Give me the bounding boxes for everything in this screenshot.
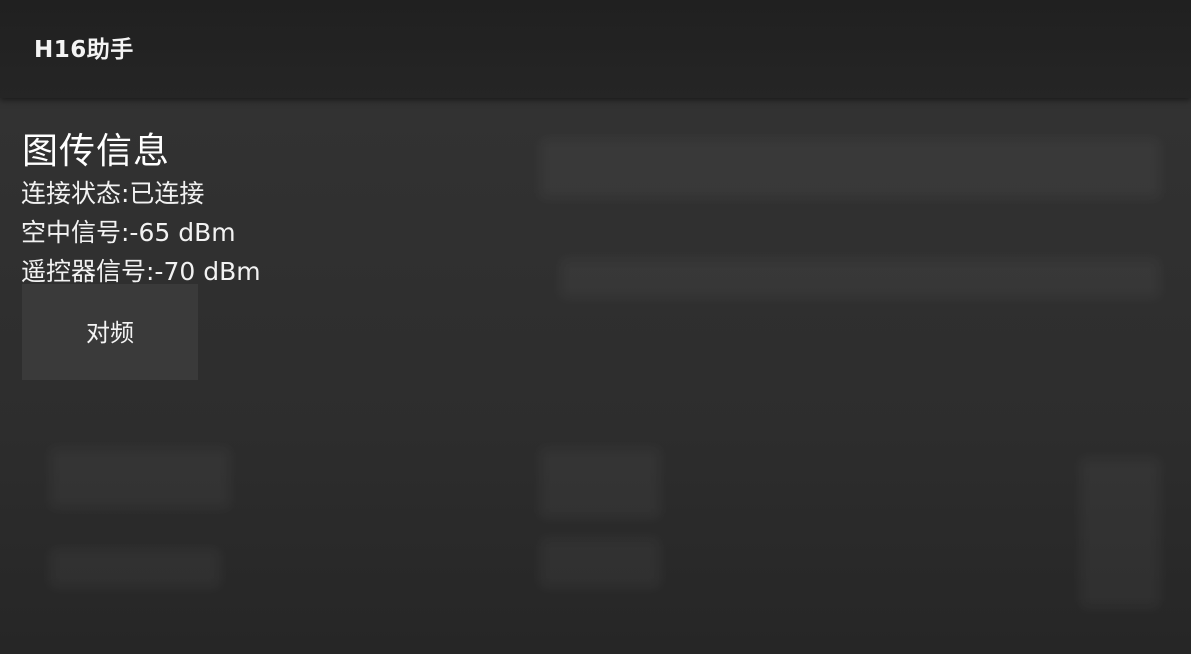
background-shape bbox=[540, 538, 660, 588]
background-shape bbox=[1080, 458, 1160, 608]
air-signal-strength: 空中信号:-65 dBm bbox=[21, 218, 236, 247]
background-shape bbox=[50, 548, 220, 588]
section-title: 图传信息 bbox=[22, 131, 171, 172]
background-shape bbox=[50, 448, 230, 508]
pair-button[interactable]: 对频 bbox=[22, 284, 198, 380]
app-bar: H16助手 bbox=[0, 0, 1191, 98]
background-shape bbox=[540, 138, 1160, 198]
app-title: H16助手 bbox=[34, 37, 134, 63]
background-shape bbox=[560, 258, 1160, 298]
remote-signal-strength: 遥控器信号:-70 dBm bbox=[21, 257, 261, 286]
connection-status: 连接状态:已连接 bbox=[21, 179, 205, 208]
background-shape bbox=[540, 448, 660, 518]
main-content: 图传信息 连接状态:已连接 空中信号:-65 dBm 遥控器信号:-70 dBm… bbox=[0, 98, 1191, 654]
